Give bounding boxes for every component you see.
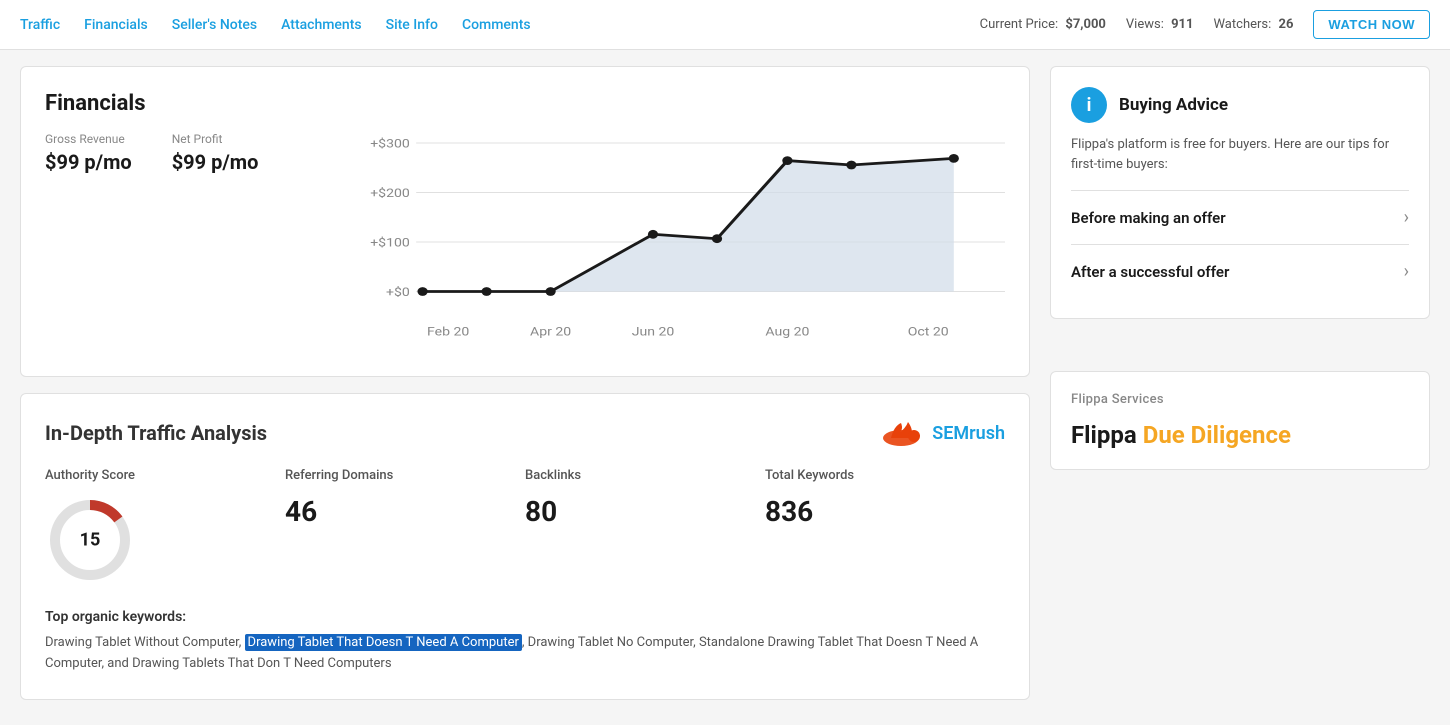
svg-text:Apr 20: Apr 20: [530, 325, 571, 339]
watchers-count: Watchers: 26: [1213, 17, 1293, 32]
total-keywords-value: 836: [765, 495, 1005, 528]
traffic-analysis-card: In-Depth Traffic Analysis SEMrush Author…: [20, 393, 1030, 700]
right-column: i Buying Advice Flippa's platform is fre…: [1050, 66, 1430, 700]
financials-title: Financials: [45, 91, 1005, 116]
backlinks-value: 80: [525, 495, 765, 528]
nav-financials[interactable]: Financials: [84, 17, 148, 33]
watch-now-button[interactable]: WATCH NOW: [1313, 10, 1430, 39]
referring-domains-label: Referring Domains: [285, 468, 525, 483]
left-column: Financials Gross Revenue $99 p/mo Net Pr…: [20, 66, 1030, 700]
authority-score-value: 15: [80, 530, 101, 551]
nav-site-info[interactable]: Site Info: [386, 17, 438, 33]
advice-header: i Buying Advice: [1071, 87, 1409, 123]
due-diligence-logo: Flippa Due Diligence: [1071, 421, 1409, 449]
services-title: Flippa Services: [1071, 392, 1409, 407]
keywords-text: Drawing Tablet Without Computer, Drawing…: [45, 633, 1005, 675]
keywords-section: Top organic keywords: Drawing Tablet Wit…: [45, 609, 1005, 675]
nav-right-info: Current Price: $7,000 Views: 911 Watcher…: [980, 10, 1430, 39]
before-offer-chevron-icon: ›: [1404, 207, 1409, 228]
nav-sellers-notes[interactable]: Seller's Notes: [172, 17, 257, 33]
backlinks-block: Backlinks 80: [525, 468, 765, 585]
buying-advice-text: Flippa's platform is free for buyers. He…: [1071, 135, 1409, 174]
after-offer-accordion[interactable]: After a successful offer ›: [1071, 244, 1409, 298]
svg-text:Oct 20: Oct 20: [908, 325, 949, 339]
authority-score-label: Authority Score: [45, 468, 285, 483]
after-offer-label: After a successful offer: [1071, 263, 1229, 281]
top-navigation: Traffic Financials Seller's Notes Attach…: [0, 0, 1450, 50]
traffic-header: In-Depth Traffic Analysis SEMrush: [45, 418, 1005, 448]
semrush-label: SEMrush: [932, 423, 1005, 444]
svg-text:Jun 20: Jun 20: [632, 325, 675, 339]
after-offer-header[interactable]: After a successful offer ›: [1071, 261, 1409, 282]
financials-chart: +$300 +$200 +$100 +$0 Feb 20 Apr 20 Jun …: [365, 132, 1005, 352]
nav-comments[interactable]: Comments: [462, 17, 531, 33]
net-profit-label: Net Profit: [172, 132, 259, 146]
main-layout: Financials Gross Revenue $99 p/mo Net Pr…: [0, 50, 1450, 716]
gross-revenue-value: $99 p/mo: [45, 150, 132, 174]
total-keywords-label: Total Keywords: [765, 468, 1005, 483]
svg-text:+$0: +$0: [386, 286, 410, 300]
authority-score-donut: 15: [45, 495, 135, 585]
keywords-section-label: Top organic keywords:: [45, 609, 1005, 625]
net-profit-block: Net Profit $99 p/mo: [172, 132, 259, 174]
info-icon: i: [1071, 87, 1107, 123]
before-offer-accordion[interactable]: Before making an offer ›: [1071, 190, 1409, 244]
nav-traffic[interactable]: Traffic: [20, 17, 60, 33]
semrush-logo: SEMrush: [876, 418, 1005, 448]
current-price: Current Price: $7,000: [980, 17, 1106, 32]
flippa-services-card: Flippa Services Flippa Due Diligence: [1050, 371, 1430, 470]
before-offer-header[interactable]: Before making an offer ›: [1071, 207, 1409, 228]
total-keywords-block: Total Keywords 836: [765, 468, 1005, 585]
referring-domains-block: Referring Domains 46: [285, 468, 525, 585]
net-profit-value: $99 p/mo: [172, 150, 259, 174]
before-offer-label: Before making an offer: [1071, 209, 1226, 227]
keyword-highlighted: Drawing Tablet That Doesn T Need A Compu…: [245, 634, 522, 651]
buying-advice-title: Buying Advice: [1119, 95, 1228, 115]
due-diligence-text: Due Diligence: [1143, 421, 1291, 449]
nav-attachments[interactable]: Attachments: [281, 17, 361, 33]
svg-text:Feb 20: Feb 20: [427, 325, 469, 339]
semrush-flame-icon: [876, 418, 926, 448]
authority-score-block: Authority Score 15: [45, 468, 285, 585]
svg-text:+$200: +$200: [370, 187, 410, 201]
traffic-title: In-Depth Traffic Analysis: [45, 421, 267, 445]
flippa-logo-text: Flippa: [1071, 421, 1137, 449]
keywords-text-before: Drawing Tablet Without Computer,: [45, 635, 245, 650]
financials-card: Financials Gross Revenue $99 p/mo Net Pr…: [20, 66, 1030, 377]
referring-domains-value: 46: [285, 495, 525, 528]
backlinks-label: Backlinks: [525, 468, 765, 483]
svg-text:+$100: +$100: [370, 236, 410, 250]
buying-advice-card: i Buying Advice Flippa's platform is fre…: [1050, 66, 1430, 319]
views-count: Views: 911: [1126, 17, 1194, 32]
gross-revenue-label: Gross Revenue: [45, 132, 132, 146]
svg-text:+$300: +$300: [370, 137, 410, 151]
svg-text:Aug 20: Aug 20: [765, 325, 809, 339]
gross-revenue-block: Gross Revenue $99 p/mo: [45, 132, 132, 174]
nav-links: Traffic Financials Seller's Notes Attach…: [20, 17, 531, 33]
after-offer-chevron-icon: ›: [1404, 261, 1409, 282]
metrics-row: Authority Score 15 Referring Domains: [45, 468, 1005, 585]
